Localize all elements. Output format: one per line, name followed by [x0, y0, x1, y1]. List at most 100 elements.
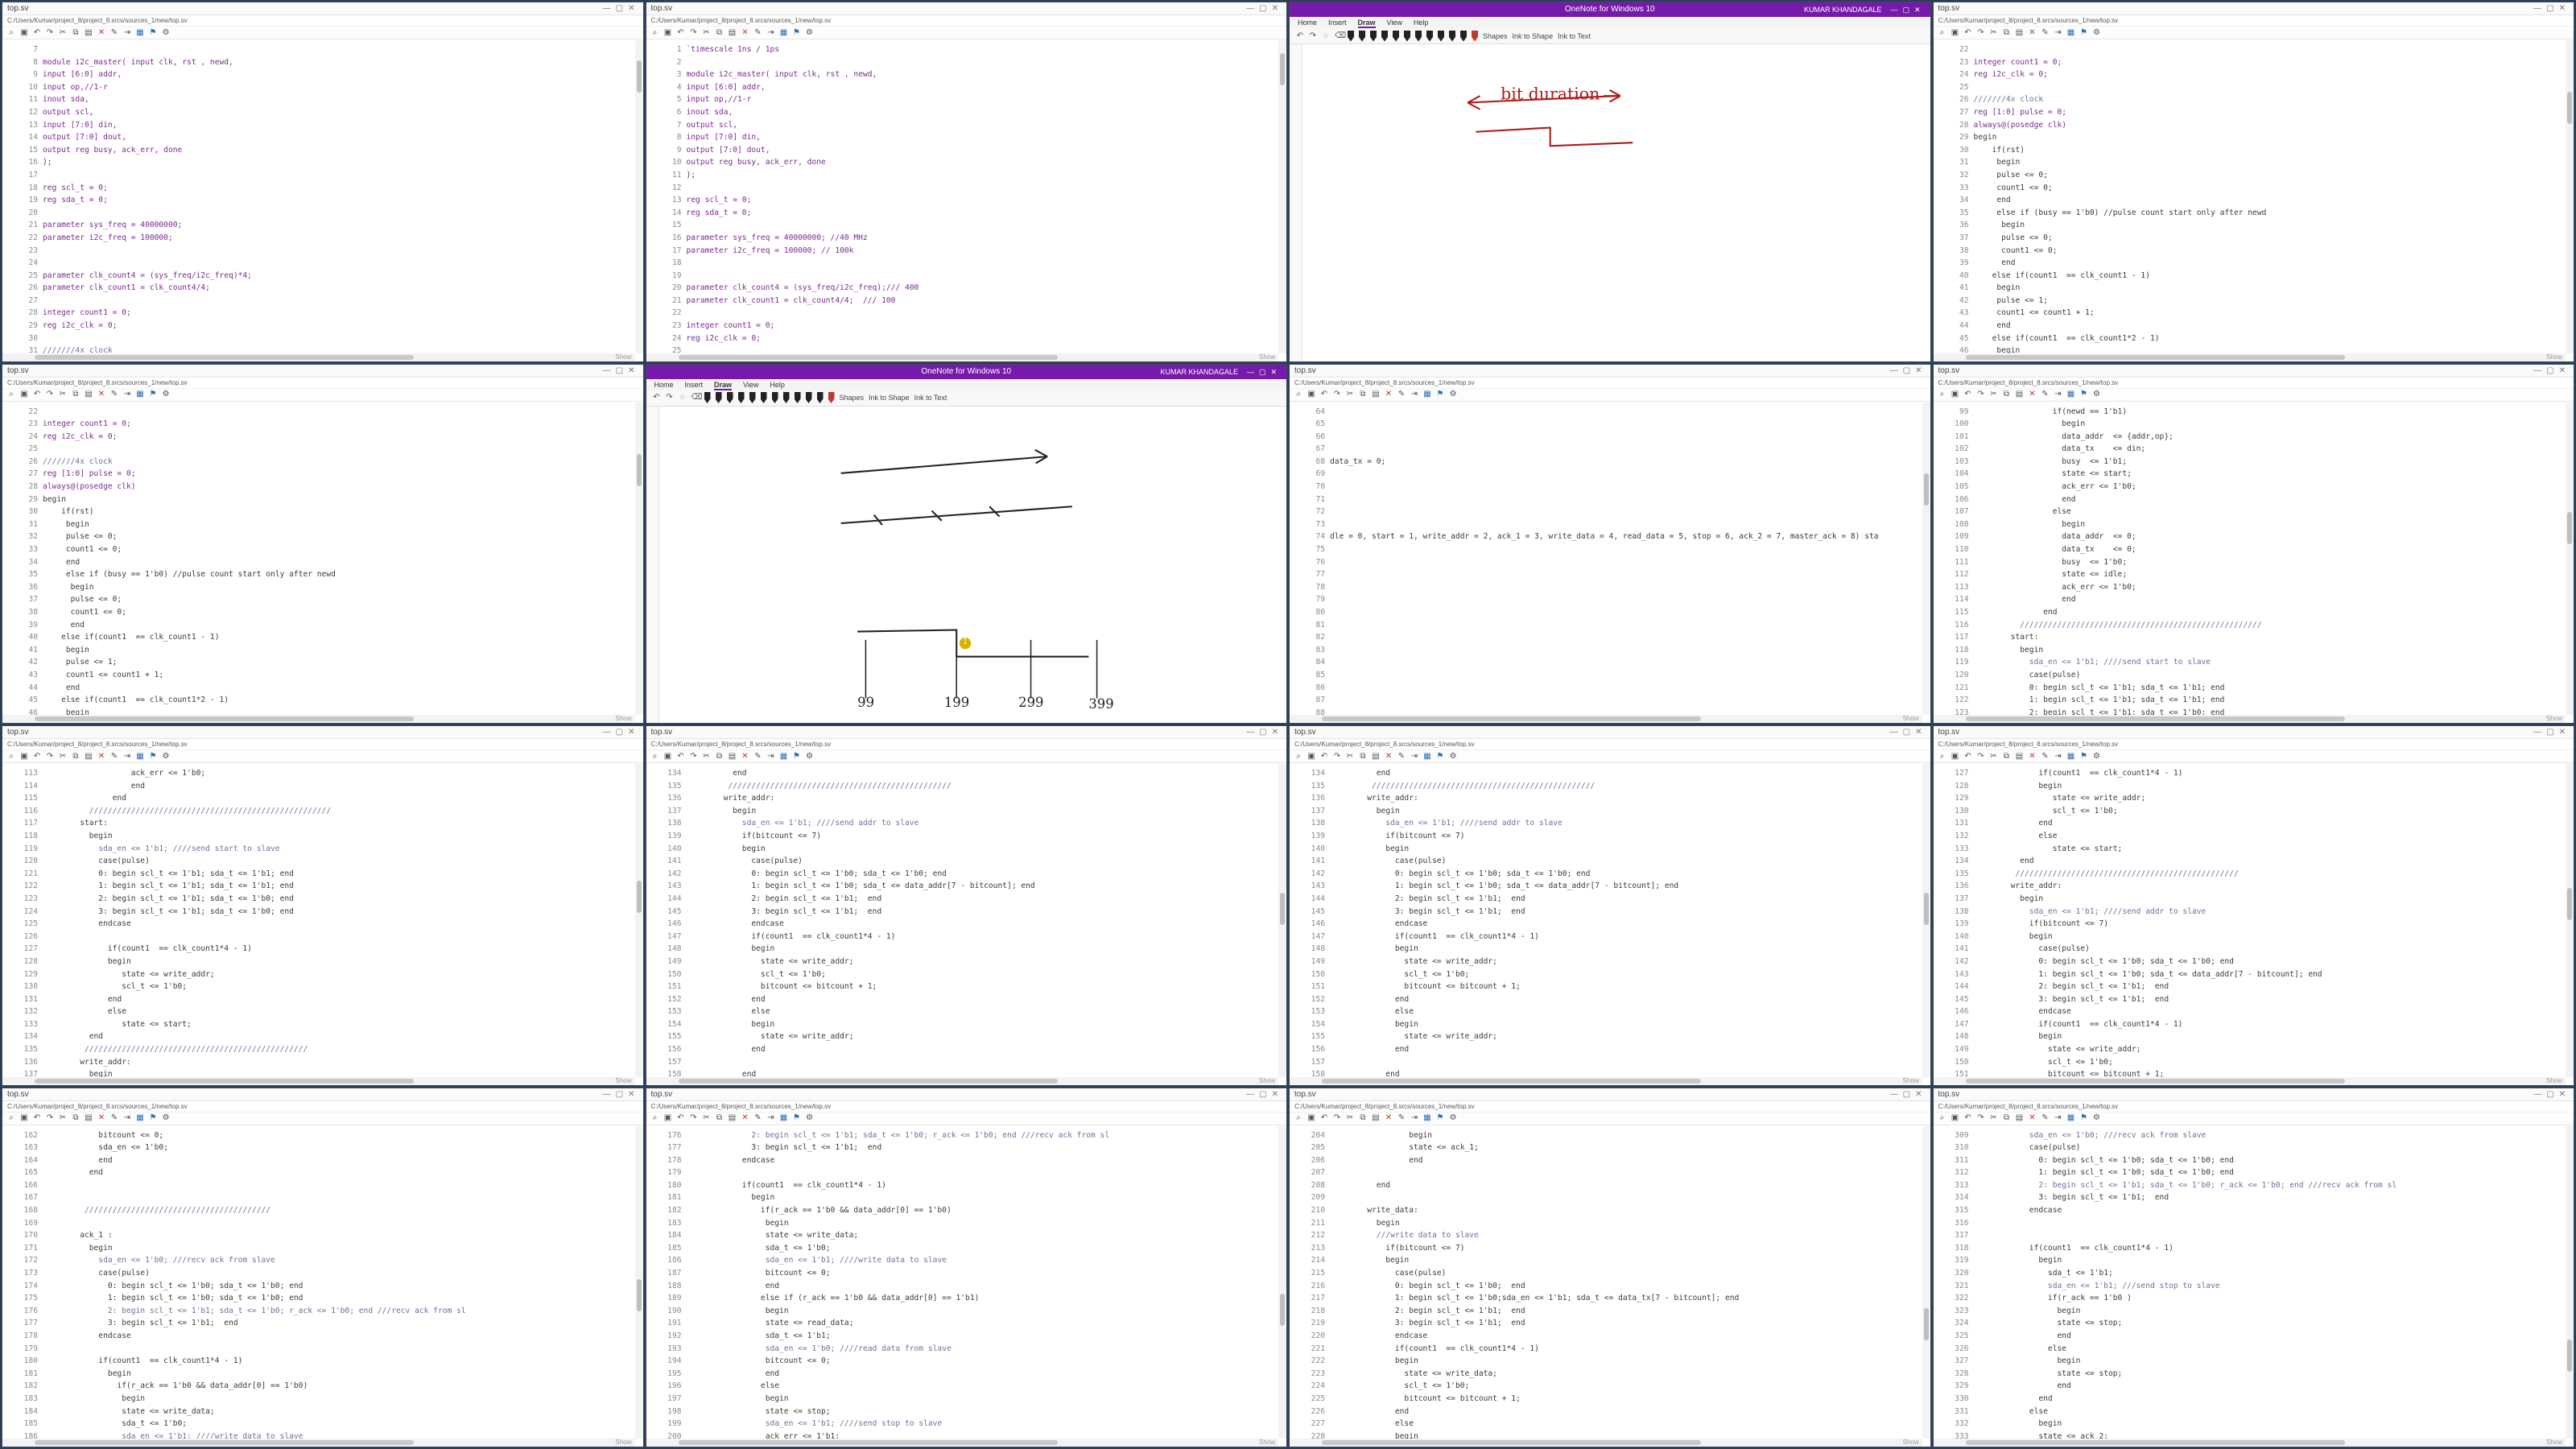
code-line[interactable]: state <= write_data; — [687, 1229, 1279, 1242]
code-text[interactable]: integer count1 = 0; reg i2c_clk = 0; /////… — [43, 402, 635, 715]
code-line[interactable]: else — [1974, 830, 2566, 843]
code-line[interactable]: begin — [43, 493, 635, 506]
copy-icon[interactable]: ⧉ — [1359, 388, 1367, 401]
comment-icon[interactable]: ✎ — [1397, 388, 1406, 401]
horizontal-scrollbar[interactable] — [2, 1076, 635, 1085]
pen-icon[interactable] — [1393, 30, 1399, 42]
code-line[interactable]: begin — [1974, 418, 2566, 431]
paste-icon[interactable]: ▤ — [85, 1112, 93, 1125]
code-line[interactable]: begin — [1974, 518, 2566, 531]
settings-icon[interactable]: ⚙ — [1449, 1112, 1457, 1125]
scroll-thumb[interactable] — [636, 453, 642, 486]
code-line[interactable]: reg sda_t = 0; — [43, 194, 635, 207]
settings-icon[interactable]: ⚙ — [806, 750, 814, 763]
code-line[interactable]: reg i2c_clk = 0; — [43, 431, 635, 444]
code-line[interactable]: 0: begin scl_t <= 1'b1; sda_t <= 1'b1; e… — [1974, 682, 2566, 695]
window-controls[interactable]: —▢✕ — [603, 1088, 640, 1101]
pen-icon[interactable] — [1348, 30, 1354, 42]
save-icon[interactable]: ▣ — [20, 27, 28, 39]
pen-icon[interactable] — [704, 392, 711, 403]
code-line[interactable]: 2: begin scl_t <= 1'b1; sda_t <= 1'b0; e… — [43, 893, 635, 906]
code-line[interactable] — [1330, 431, 1922, 444]
code-line[interactable]: end — [687, 1368, 1279, 1381]
code-line[interactable]: ///////4x clock — [43, 456, 635, 469]
code-text[interactable]: module i2c_master( input clk, rst , newd… — [43, 40, 635, 353]
scroll-thumb[interactable] — [1965, 1440, 2345, 1445]
code-line[interactable]: 3: begin scl_t <= 1'b1; end — [1330, 1317, 1922, 1330]
code-line[interactable]: end — [43, 780, 635, 793]
code-line[interactable]: busy <= 1'b0; — [1974, 556, 2566, 569]
code-line[interactable]: case(pulse) — [1330, 855, 1922, 868]
code-line[interactable]: input op,//1-r — [43, 81, 635, 94]
code-line[interactable]: else if(count1 == clk_count1 - 1) — [43, 631, 635, 644]
code-line[interactable]: else if(count1 == clk_count1*2 - 1) — [1974, 332, 2566, 345]
pen-icon[interactable] — [1472, 30, 1478, 42]
comment-icon[interactable]: ✎ — [110, 750, 118, 763]
window-controls[interactable]: —▢✕ — [1246, 2, 1283, 15]
code-line[interactable]: parameter sys_freq = 40000000; //40 MHz — [687, 232, 1279, 245]
close-icon[interactable]: ✕ — [2029, 1112, 2037, 1125]
indent-icon[interactable]: ⇥ — [1410, 388, 1418, 401]
redo-icon[interactable]: ↷ — [1977, 388, 1985, 401]
code-line[interactable]: ); — [687, 169, 1279, 182]
eraser-icon[interactable]: ⌫ — [691, 391, 703, 404]
code-line[interactable]: sda_t <= 1'b0; — [43, 1418, 635, 1430]
code-line[interactable]: 0: begin scl_t <= 1'b0; sda_t <= 1'b0; e… — [1974, 956, 2566, 968]
undo-icon[interactable]: ↶ — [677, 1112, 685, 1125]
scroll-thumb[interactable] — [2567, 888, 2572, 920]
settings-icon[interactable]: ⚙ — [1449, 388, 1457, 401]
search-icon[interactable]: ⌕ — [1938, 388, 1946, 401]
vertical-scrollbar[interactable] — [1922, 1125, 1930, 1439]
code-line[interactable] — [1330, 707, 1922, 715]
code-line[interactable]: input [6:0] addr, — [43, 68, 635, 81]
save-icon[interactable]: ▣ — [1307, 388, 1315, 401]
grid-icon[interactable]: ▦ — [1423, 750, 1431, 763]
pen-icon[interactable] — [749, 392, 756, 403]
code-editor[interactable]: 134 135 136 137 138 139 140 141 142 143 144 145 146 1… — [646, 764, 1279, 1077]
code-line[interactable] — [43, 443, 635, 456]
close-icon[interactable]: ✕ — [741, 1112, 749, 1125]
code-line[interactable]: pulse <= 1; — [1974, 295, 2566, 308]
code-line[interactable]: parameter clk_count4 = (sys_freq/i2c_fre… — [43, 270, 635, 283]
code-line[interactable]: 1: begin scl_t <= 1'b1; sda_t <= 1'b1; e… — [43, 880, 635, 893]
settings-icon[interactable]: ⚙ — [2093, 388, 2101, 401]
code-line[interactable] — [43, 257, 635, 270]
horizontal-scrollbar[interactable] — [2, 353, 635, 361]
code-line[interactable]: state <= start; — [1974, 468, 2566, 481]
undo-icon[interactable]: ↶ — [1296, 30, 1304, 43]
search-icon[interactable]: ⌕ — [1294, 388, 1302, 401]
close-icon[interactable]: ✕ — [1385, 1112, 1393, 1125]
lasso-icon[interactable]: ◌ — [679, 391, 687, 404]
scroll-thumb[interactable] — [2567, 92, 2572, 124]
code-line[interactable]: end — [43, 792, 635, 805]
code-line[interactable]: end — [1330, 1068, 1922, 1076]
code-line[interactable]: 3: begin scl_t <= 1'b1; end — [1974, 1191, 2566, 1204]
code-line[interactable]: begin — [687, 843, 1279, 856]
notebook-nav[interactable] — [1290, 44, 1302, 361]
code-line[interactable]: pulse <= 0; — [43, 593, 635, 606]
code-line[interactable] — [1330, 506, 1922, 518]
scroll-thumb[interactable] — [35, 354, 415, 360]
indent-icon[interactable]: ⇥ — [2054, 750, 2062, 763]
code-line[interactable]: if(count1 == clk_count1*4 - 1) — [1974, 767, 2566, 780]
close-icon[interactable]: ✕ — [97, 388, 105, 401]
code-line[interactable]: end — [1974, 817, 2566, 830]
scroll-thumb[interactable] — [1965, 716, 2345, 721]
vertical-scrollbar[interactable] — [1278, 764, 1286, 1077]
close-icon[interactable]: ✕ — [2029, 27, 2037, 39]
code-line[interactable]: end — [1974, 320, 2566, 332]
paste-icon[interactable]: ▤ — [729, 27, 737, 39]
code-editor[interactable]: 204 205 206 207 208 209 210 211 212 213 214 215 216 2… — [1290, 1125, 1922, 1439]
comment-icon[interactable]: ✎ — [110, 27, 118, 39]
code-line[interactable]: begin — [1330, 805, 1922, 818]
code-line[interactable]: 2: begin scl_t <= 1'b1; sda_t <= 1'b0; e… — [1974, 707, 2566, 715]
code-line[interactable]: case(pulse) — [1974, 1141, 2566, 1154]
horizontal-scrollbar[interactable] — [646, 1439, 1278, 1447]
code-line[interactable]: bitcount <= 0; — [687, 1355, 1279, 1368]
code-line[interactable]: endcase — [1974, 1005, 2566, 1018]
scroll-thumb[interactable] — [636, 881, 642, 913]
code-line[interactable] — [1330, 644, 1922, 657]
code-line[interactable]: start: — [43, 817, 635, 830]
code-line[interactable]: bitcount <= bitcount + 1; — [1974, 1068, 2566, 1076]
code-line[interactable]: output [7:0] dout, — [43, 131, 635, 144]
